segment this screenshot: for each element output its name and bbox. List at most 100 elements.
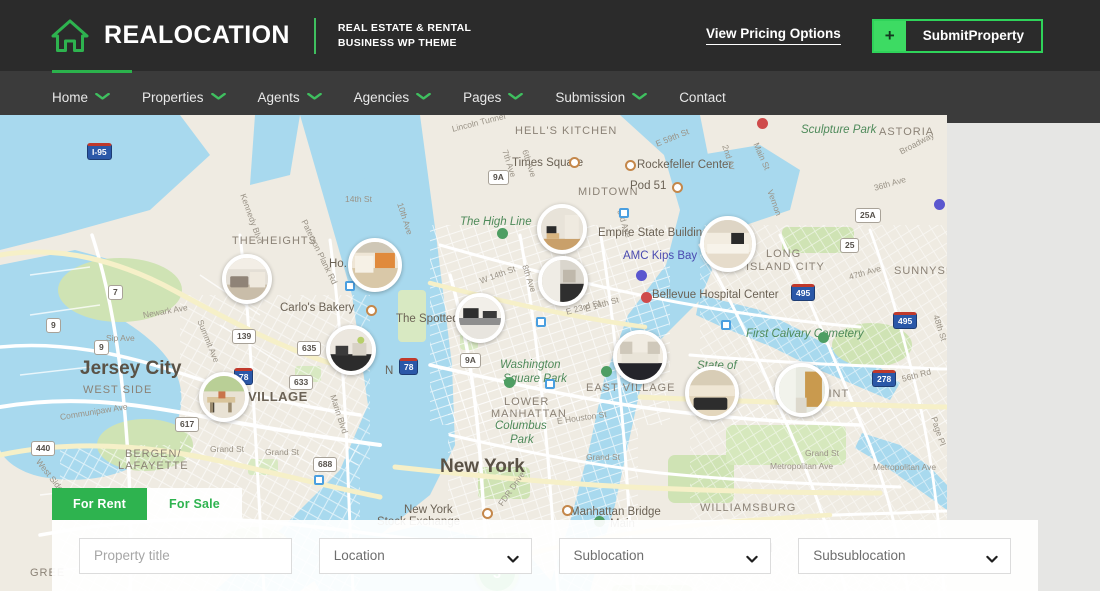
map-transit-icon: [619, 208, 629, 218]
property-marker-4[interactable]: [199, 372, 249, 422]
map-route-shield: 9A: [488, 170, 509, 185]
chevron-down-icon: [506, 550, 519, 563]
property-thumbnail: [542, 260, 584, 302]
brand-logo[interactable]: REALOCATION REAL ESTATE & RENTAL BUSINES…: [50, 17, 471, 54]
map-poi-dot: [636, 270, 647, 281]
map-poi-dot: [641, 292, 652, 303]
map-poi-dot: [482, 508, 493, 519]
property-thumbnail: [459, 297, 501, 339]
property-marker-5[interactable]: [455, 293, 505, 343]
property-thumbnail: [203, 376, 245, 418]
map-poi-dot: [562, 505, 573, 516]
property-marker-1[interactable]: [222, 254, 272, 304]
map-route-shield: 495: [791, 284, 816, 301]
chevron-down-icon: [986, 550, 998, 563]
property-marker-11[interactable]: [775, 363, 829, 417]
header-actions: View Pricing Options + SubmitProperty: [705, 18, 1043, 53]
select-value: Sublocation: [573, 548, 645, 563]
map-route-shield: 635: [297, 341, 322, 356]
property-marker-9[interactable]: [700, 216, 756, 272]
nav-item-label: Home: [52, 89, 89, 105]
map-poi-dot: [934, 199, 945, 210]
map-poi-dot: [818, 332, 829, 343]
submit-property-label: SubmitProperty: [922, 28, 1024, 43]
nav-item-label: Agents: [257, 89, 300, 105]
map-poi-dot: [497, 228, 508, 239]
map-poi-dot: [504, 377, 515, 388]
property-marker-2[interactable]: [348, 238, 402, 292]
sublocation-select[interactable]: Sublocation: [558, 537, 772, 574]
map-poi-dot: [672, 182, 683, 193]
tab-for-rent[interactable]: For Rent: [52, 488, 147, 520]
top-header-bar: REALOCATION REAL ESTATE & RENTAL BUSINES…: [0, 0, 1100, 71]
property-thumbnail: [541, 208, 583, 250]
map-route-shield: 139: [232, 329, 257, 344]
map-route-shield: 495: [893, 312, 918, 329]
brand-divider: [313, 17, 316, 54]
search-type-tabs: For Rent For Sale: [52, 488, 242, 520]
map-transit-icon: [545, 379, 555, 389]
property-thumbnail: [704, 220, 752, 268]
property-thumbnail: [779, 367, 825, 413]
property-thumbnail: [330, 329, 372, 371]
map-poi-dot: [569, 157, 580, 168]
chevron-down-icon: [508, 92, 524, 102]
map-route-shield: 617: [175, 417, 200, 432]
submit-property-button[interactable]: + SubmitProperty: [871, 18, 1043, 53]
nav-item-label: Contact: [679, 89, 726, 105]
tagline-line-1: REAL ESTATE & RENTAL: [337, 22, 472, 35]
map-route-shield: 9: [94, 340, 109, 355]
page-root: REALOCATION REAL ESTATE & RENTAL BUSINES…: [0, 0, 1100, 591]
map-poi-dot: [366, 305, 377, 316]
chevron-down-icon: [746, 550, 758, 563]
map-transit-icon: [536, 317, 546, 327]
house-icon: [50, 19, 90, 53]
chevron-down-icon: [210, 92, 226, 102]
tab-for-sale[interactable]: For Sale: [147, 488, 242, 520]
nav-item-label: Pages: [463, 89, 502, 105]
map-route-shield: 78: [399, 358, 419, 375]
property-marker-3[interactable]: [326, 325, 376, 375]
map-route-shield: 9: [46, 318, 61, 333]
property-marker-10[interactable]: [685, 366, 739, 420]
chevron-down-icon: [632, 92, 648, 102]
property-marker-8[interactable]: [613, 330, 667, 384]
map-poi-dot: [757, 118, 768, 129]
nav-item-label: Agencies: [353, 89, 410, 105]
select-value: Subsublocation: [813, 548, 906, 563]
map-route-shield: 9A: [460, 353, 481, 368]
property-title-input[interactable]: Property title: [79, 537, 292, 574]
property-thumbnail: [617, 334, 663, 380]
brand-tagline: REAL ESTATE & RENTAL BUSINESS WP THEME: [338, 21, 471, 49]
map-route-shield: 440: [31, 441, 56, 456]
subsublocation-select[interactable]: Subsublocation: [798, 537, 1011, 574]
map-route-shield: 278: [872, 370, 897, 387]
property-thumbnail: [352, 242, 398, 288]
nav-item-label: Submission: [555, 89, 626, 105]
chevron-down-icon: [416, 92, 432, 102]
map-route-shield: 7: [108, 285, 123, 300]
nav-item-label: Properties: [142, 89, 204, 105]
map-route-shield: 25: [840, 238, 860, 253]
map-poi-dot: [601, 366, 612, 377]
map-route-shield: 688: [313, 457, 338, 472]
map-transit-icon: [314, 475, 324, 485]
nav-active-indicator: [52, 70, 132, 73]
map-route-shield: 25A: [855, 208, 881, 223]
map-route-shield: I-95: [87, 143, 112, 160]
plus-icon: +: [873, 20, 906, 51]
location-select[interactable]: Location: [318, 537, 532, 574]
input-placeholder: Property title: [94, 548, 170, 563]
brand-name: REALOCATION: [104, 21, 290, 49]
view-pricing-options-link[interactable]: View Pricing Options: [705, 26, 841, 45]
property-marker-6[interactable]: [537, 204, 587, 254]
map-transit-icon: [721, 320, 731, 330]
chevron-down-icon: [306, 92, 322, 102]
map-route-shield: 633: [289, 375, 314, 390]
map-poi-dot: [625, 160, 636, 171]
property-search-panel: Property title Location Sublocation Subsubl…: [52, 520, 1038, 591]
search-fields-row: Property title Location Sublocation Subsubl…: [52, 520, 1038, 591]
chevron-down-icon: [95, 92, 111, 102]
property-thumbnail: [689, 370, 735, 416]
property-marker-7[interactable]: [538, 256, 588, 306]
